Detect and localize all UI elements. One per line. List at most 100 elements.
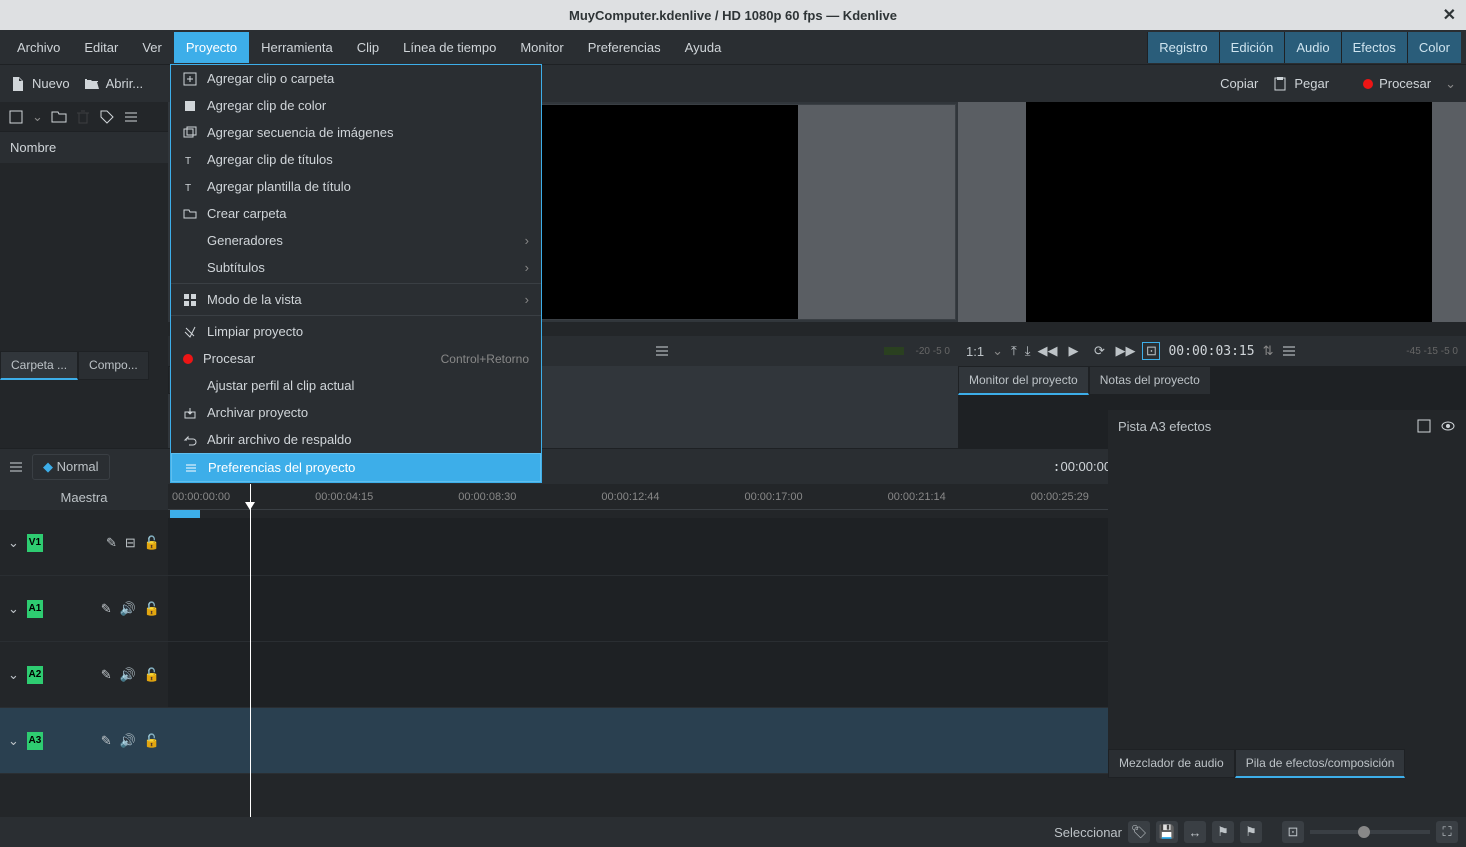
dd-archivar[interactable]: Archivar proyecto [171,399,541,426]
menu-clip[interactable]: Clip [345,32,391,63]
menu-ver[interactable]: Ver [130,32,174,63]
lock-icon[interactable]: 🔓 [144,601,160,617]
dd-agregar-clip-carpeta[interactable]: Agregar clip o carpeta [171,65,541,92]
dd-agregar-clip-color[interactable]: Agregar clip de color [171,92,541,119]
menu-monitor[interactable]: Monitor [508,32,575,63]
track-header-a3[interactable]: ⌄ A3 ✎ 🔊 🔓 [0,708,168,774]
menu-archivo[interactable]: Archivo [5,32,72,63]
workspace-efectos[interactable]: Efectos [1341,32,1407,63]
fullscreen-icon[interactable]: ⛶ [1436,821,1458,843]
toolbar-nuevo[interactable]: Nuevo [10,76,70,92]
project-timecode[interactable]: 00:00:03:15 [1168,344,1254,359]
forward-icon[interactable]: ▶▶ [1116,342,1134,360]
track-header-v1[interactable]: ⌄ V1 ✎ ⊟ 🔓 [0,510,168,576]
menu-herramienta[interactable]: Herramienta [249,32,345,63]
lock-icon[interactable]: 🔓 [144,733,160,749]
tab-carpeta[interactable]: Carpeta ... [0,351,78,380]
dd-agregar-plantilla[interactable]: TAgregar plantilla de título [171,173,541,200]
track-header-a2[interactable]: ⌄ A2 ✎ 🔊 🔓 [0,642,168,708]
menu-proyecto[interactable]: Proyecto [174,32,249,63]
tab-pila-efectos[interactable]: Pila de efectos/composición [1235,749,1406,778]
folder-icon[interactable] [51,109,67,125]
dd-crear-carpeta[interactable]: Crear carpeta [171,200,541,227]
lock-icon[interactable]: 🔓 [144,535,160,551]
menu-ayuda[interactable]: Ayuda [673,32,734,63]
effects-icon[interactable]: ✎ [106,535,117,551]
workspace-registro[interactable]: Registro [1147,32,1218,63]
effects-icon[interactable]: ✎ [101,667,112,683]
dd-agregar-titulos[interactable]: TAgregar clip de títulos [171,146,541,173]
edit-mode-normal[interactable]: ◆ Normal [32,454,110,480]
effects-icon[interactable]: ✎ [101,733,112,749]
trash-icon[interactable] [75,109,91,125]
zone-out-icon[interactable]: ⤓ [1025,343,1031,359]
expand-icon[interactable]: ⌄ [8,535,19,551]
tool-flag-icon[interactable]: ⚑ [1212,821,1234,843]
menu-editar[interactable]: Editar [72,32,130,63]
timeline-timecode[interactable]: :00:00:00 [1053,459,1111,475]
effects-icon[interactable]: ✎ [101,601,112,617]
toolbar-abrir[interactable]: Abrir... [84,76,144,92]
dd-subtitulos[interactable]: Subtítulos› [171,254,541,281]
loop-icon[interactable]: ⟳ [1090,342,1108,360]
bin-column-nombre[interactable]: Nombre [0,132,168,163]
toolbar-pegar[interactable]: Pegar [1272,76,1329,92]
workspace-audio[interactable]: Audio [1284,32,1340,63]
menu-preferencias[interactable]: Preferencias [576,32,673,63]
save-icon[interactable] [1416,418,1432,434]
dd-abrir-respaldo[interactable]: Abrir archivo de respaldo [171,426,541,453]
expand-icon[interactable]: ⌄ [8,733,19,749]
menu-icon[interactable] [654,343,670,359]
track-header-a1[interactable]: ⌄ A1 ✎ 🔊 🔓 [0,576,168,642]
tab-monitor-proyecto[interactable]: Monitor del proyecto [958,366,1089,395]
project-monitor[interactable] [958,102,1466,322]
expand-icon[interactable]: ⌄ [8,667,19,683]
tab-mezclador-audio[interactable]: Mezclador de audio [1108,749,1235,778]
ratio-label[interactable]: 1:1 [966,344,984,359]
add-clip-icon[interactable] [8,109,24,125]
zoom-slider[interactable] [1310,830,1430,834]
tab-notas-proyecto[interactable]: Notas del proyecto [1089,366,1211,395]
expand-icon[interactable]: ⌄ [8,601,19,617]
thumbnail-icon[interactable]: ⊟ [125,535,136,551]
dd-limpiar[interactable]: Limpiar proyecto [171,318,541,345]
settings-icon[interactable] [8,459,24,475]
rewind-icon[interactable]: ◀◀ [1038,342,1056,360]
lock-icon[interactable]: 🔓 [144,667,160,683]
dd-agregar-secuencia[interactable]: Agregar secuencia de imágenes [171,119,541,146]
workspace-color[interactable]: Color [1407,32,1461,63]
timecode-spinner-icon[interactable]: ⇅ [1263,343,1274,359]
toolbar-procesar[interactable]: Procesar ⌄ [1363,76,1456,92]
toolbar-copiar[interactable]: Copiar [840,76,1258,91]
dd-preferencias-proyecto[interactable]: Preferencias del proyecto [171,453,541,482]
tool-move-icon[interactable]: ↔ [1184,821,1206,843]
workspace-edicion[interactable]: Edición [1219,32,1285,63]
zone-indicator[interactable] [170,510,200,518]
tab-compo[interactable]: Compo... [78,351,149,380]
tool-tag-icon[interactable]: 🏷 [1128,821,1150,843]
window-close-icon[interactable]: ✕ [1443,5,1456,25]
tag-icon[interactable] [99,109,115,125]
dd-ajustar-perfil[interactable]: Ajustar perfil al clip actual [171,372,541,399]
playhead[interactable] [250,484,251,844]
dd-procesar[interactable]: ProcesarControl+Retorno [171,345,541,372]
tool-flag2-icon[interactable]: ⚑ [1240,821,1262,843]
menu-icon[interactable] [1281,343,1297,359]
dd-modo-vista[interactable]: Modo de la vista› [171,286,541,313]
chevron-down-icon[interactable]: ⌄ [992,343,1003,359]
mute-icon[interactable]: 🔊 [120,733,136,749]
crop-icon[interactable]: ⊡ [1142,342,1160,360]
mute-icon[interactable]: 🔊 [120,601,136,617]
dd-generadores[interactable]: Generadores› [171,227,541,254]
zoom-fit-icon[interactable]: ⊡ [1282,821,1304,843]
menu-icon[interactable] [123,109,139,125]
mute-icon[interactable]: 🔊 [120,667,136,683]
play-icon[interactable]: ▶ [1064,342,1082,360]
track-master[interactable]: Maestra [0,484,168,510]
visibility-icon[interactable] [1440,418,1456,434]
zone-in-icon[interactable]: ⤒ [1011,343,1017,359]
chevron-down-icon[interactable]: ⌄ [32,109,43,125]
project-monitor-ruler[interactable] [958,322,1466,336]
tool-save-icon[interactable]: 💾 [1156,821,1178,843]
menu-linea-tiempo[interactable]: Línea de tiempo [391,32,508,63]
